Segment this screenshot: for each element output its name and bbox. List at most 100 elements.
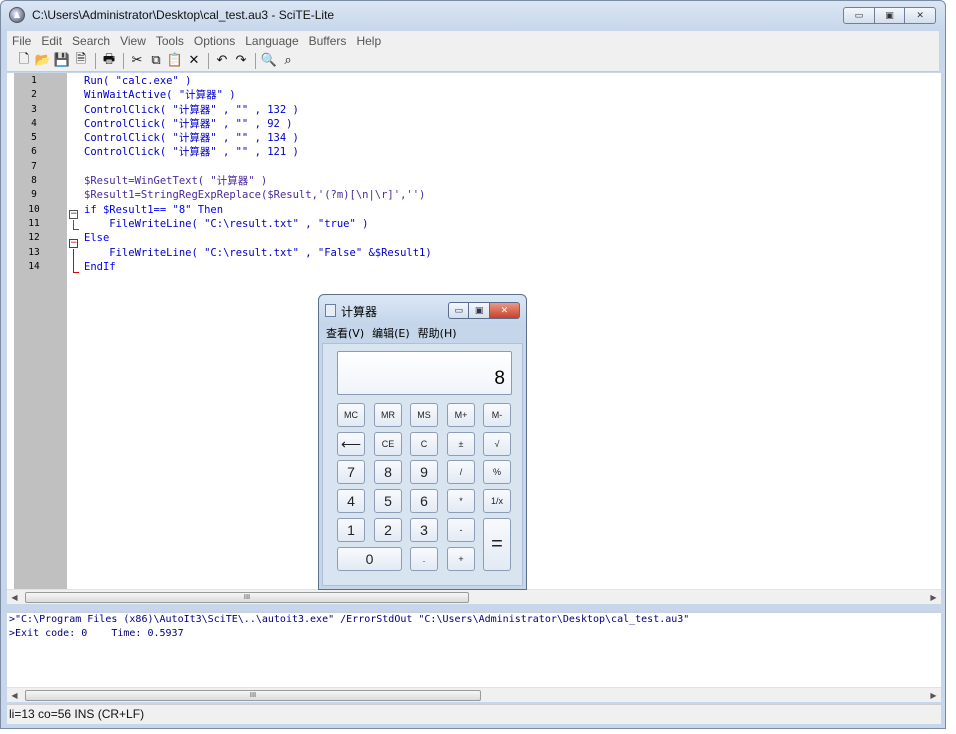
key-add[interactable]: +: [447, 547, 475, 571]
status-bar: li=13 co=56 INS (CR+LF): [7, 704, 941, 724]
menu-edit[interactable]: Edit: [36, 34, 67, 48]
menu-language[interactable]: Language: [240, 34, 303, 48]
maximize-button[interactable]: ▣: [874, 7, 906, 24]
title-bar[interactable]: C:\Users\Administrator\Desktop\cal_test.…: [1, 1, 945, 29]
calc-close-button[interactable]: ✕: [489, 302, 520, 319]
close-button[interactable]: ✕: [905, 7, 937, 24]
code-text: ControlClick( "计算器" , "" , 132 ): [84, 103, 299, 116]
scroll-right-icon[interactable]: ▶: [926, 590, 941, 605]
code-text: ControlClick( "计算器" , "" , 121 ): [84, 146, 299, 159]
calc-minimize-button[interactable]: ▭: [448, 302, 470, 319]
delete-icon[interactable]: ✕: [185, 52, 203, 70]
close-file-icon[interactable]: 🗎: [72, 52, 90, 70]
menu-buffers[interactable]: Buffers: [304, 34, 352, 48]
key-5[interactable]: 5: [374, 489, 402, 513]
code-text: FileWriteLine( "C:\result.txt" , "False"…: [84, 246, 432, 259]
code-text: Run( "calc.exe" ): [84, 75, 192, 87]
replace-icon[interactable]: ⌕: [279, 52, 297, 70]
scroll-right-icon[interactable]: ▶: [926, 688, 941, 703]
line-number: 7: [31, 160, 37, 172]
line-number: 14: [28, 260, 40, 272]
key-percent[interactable]: %: [483, 460, 511, 484]
key-0[interactable]: 0: [337, 547, 402, 571]
code-line: 13 FileWriteLine( "C:\result.txt" , "Fal…: [7, 246, 941, 260]
code-line: 8 $Result=WinGetText( "计算器" ): [7, 174, 941, 188]
menu-options[interactable]: Options: [189, 34, 240, 48]
code-line: 2 WinWaitActive( "计算器" ): [7, 88, 941, 102]
key-sqrt[interactable]: √: [483, 432, 511, 456]
key-9[interactable]: 9: [410, 460, 438, 484]
save-icon[interactable]: 💾: [53, 52, 71, 70]
copy-icon[interactable]: ⧉: [147, 52, 165, 70]
output-horizontal-scrollbar[interactable]: ◀ III ▶: [7, 687, 941, 702]
code-line: 6 ControlClick( "计算器" , "" , 121 ): [7, 145, 941, 159]
calculator-app-icon: [325, 304, 336, 317]
key-8[interactable]: 8: [374, 460, 402, 484]
scroll-thumb[interactable]: III: [25, 690, 481, 701]
new-file-icon[interactable]: 🗋: [15, 52, 33, 70]
code-text: EndIf: [84, 260, 116, 273]
key-2[interactable]: 2: [374, 518, 402, 542]
backspace-key[interactable]: ⟵: [337, 432, 365, 456]
code-text: ControlClick( "计算器" , "" , 92 ): [84, 117, 293, 130]
editor-horizontal-scrollbar[interactable]: ◀ III ▶: [7, 589, 941, 604]
code-line: 10 if $Result1== "8" Then: [7, 203, 941, 217]
code-line: 14 EndIf: [7, 260, 941, 274]
key-plus-minus[interactable]: ±: [447, 432, 475, 456]
key-subtract[interactable]: -: [447, 518, 475, 542]
minimize-button[interactable]: ▭: [843, 7, 875, 24]
menu-bar: File Edit Search View Tools Options Lang…: [7, 31, 939, 50]
key-3[interactable]: 3: [410, 518, 438, 542]
calc-menu-view[interactable]: 查看(V): [322, 325, 368, 341]
cut-icon[interactable]: ✂: [128, 52, 146, 70]
calc-maximize-button[interactable]: ▣: [469, 302, 490, 319]
key-mr[interactable]: MR: [374, 403, 402, 427]
line-number: 11: [28, 217, 40, 229]
find-icon[interactable]: 🔍: [260, 52, 278, 70]
menu-search[interactable]: Search: [67, 34, 115, 48]
scroll-thumb[interactable]: III: [25, 592, 469, 603]
toolbar-separator: [255, 52, 256, 69]
paste-icon[interactable]: 📋: [166, 52, 184, 70]
key-ce[interactable]: CE: [374, 432, 402, 456]
line-number: 1: [31, 75, 37, 86]
key-mc[interactable]: MC: [337, 403, 365, 427]
redo-icon[interactable]: ↷: [232, 52, 250, 70]
calculator-title: 计算器: [341, 305, 378, 319]
key-1[interactable]: 1: [337, 518, 365, 542]
calculator-window: 计算器 ▭ ▣ ✕ 查看(V) 编辑(E) 帮助(H) 8 MC MR MS M…: [318, 294, 527, 590]
window-controls: ▭ ▣ ✕: [843, 7, 937, 24]
code-line: 9 $Result1=StringRegExpReplace($Result,'(…: [7, 188, 941, 202]
code-text: ControlClick( "计算器" , "" , 134 ): [84, 132, 299, 145]
scite-app-icon: [9, 7, 25, 23]
menu-help[interactable]: Help: [351, 34, 386, 48]
toolbar-separator: [123, 52, 124, 69]
key-equals[interactable]: =: [483, 518, 511, 571]
key-7[interactable]: 7: [337, 460, 365, 484]
key-divide[interactable]: /: [447, 460, 475, 484]
menu-file[interactable]: File: [7, 34, 36, 48]
menu-view[interactable]: View: [115, 34, 151, 48]
print-icon[interactable]: 🖶: [100, 52, 118, 70]
key-reciprocal[interactable]: 1/x: [483, 489, 511, 513]
key-4[interactable]: 4: [337, 489, 365, 513]
key-6[interactable]: 6: [410, 489, 438, 513]
scroll-left-icon[interactable]: ◀: [7, 590, 22, 605]
scroll-left-icon[interactable]: ◀: [7, 688, 22, 703]
output-line: >Exit code: 0 Time: 0.5937: [9, 628, 184, 639]
key-multiply[interactable]: *: [447, 489, 475, 513]
calc-menu-help[interactable]: 帮助(H): [414, 325, 461, 341]
key-c[interactable]: C: [410, 432, 438, 456]
code-line: 1 Run( "calc.exe" ): [7, 74, 941, 88]
calc-menu-edit[interactable]: 编辑(E): [368, 325, 414, 341]
undo-icon[interactable]: ↶: [213, 52, 231, 70]
display-value: 8: [494, 368, 505, 389]
key-decimal[interactable]: .: [410, 547, 438, 571]
key-m-plus[interactable]: M+: [447, 403, 475, 427]
line-number: 13: [28, 246, 40, 258]
output-pane[interactable]: >"C:\Program Files (x86)\AutoIt3\SciTE\.…: [7, 611, 941, 687]
menu-tools[interactable]: Tools: [151, 34, 189, 48]
open-folder-icon[interactable]: 📂: [34, 52, 52, 70]
key-m-minus[interactable]: M-: [483, 403, 511, 427]
key-ms[interactable]: MS: [410, 403, 438, 427]
